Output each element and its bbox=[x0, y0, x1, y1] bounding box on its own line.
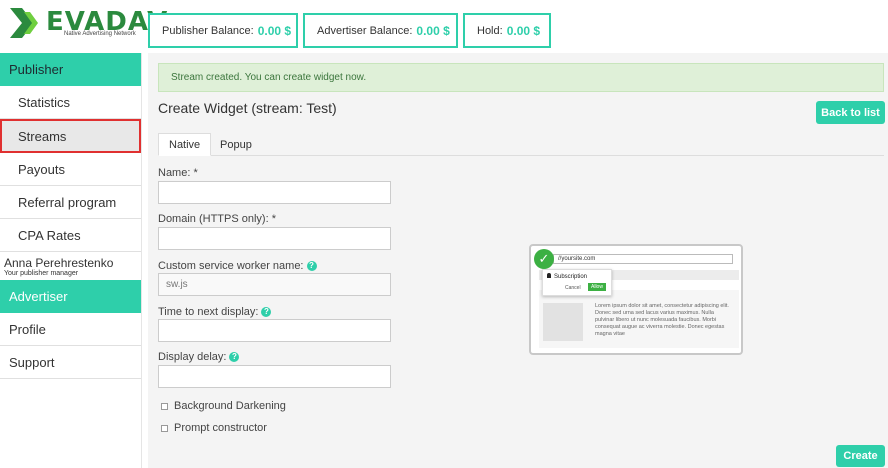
tab-popup[interactable]: Popup bbox=[210, 133, 262, 156]
preview-allow: Allow bbox=[588, 283, 606, 291]
advertiser-balance-label: Advertiser Balance: bbox=[317, 24, 413, 37]
domain-input[interactable] bbox=[158, 227, 391, 250]
manager-role: Your publisher manager bbox=[4, 270, 79, 277]
time-to-next-display-input[interactable] bbox=[158, 319, 391, 342]
sidebar-section-advertiser[interactable]: Advertiser bbox=[0, 280, 141, 313]
success-alert: Stream created. You can create widget no… bbox=[158, 63, 884, 92]
display-delay-input[interactable] bbox=[158, 365, 391, 388]
tab-native[interactable]: Native bbox=[158, 133, 212, 156]
background-darkening-checkbox[interactable]: Background Darkening bbox=[161, 400, 286, 412]
help-icon[interactable]: ? bbox=[229, 352, 240, 362]
hold-balance-value: 0.00 $ bbox=[506, 23, 541, 38]
advertiser-balance-value: 0.00 $ bbox=[416, 23, 450, 38]
sidebar-item-streams[interactable]: Streams bbox=[0, 119, 141, 153]
create-button[interactable]: Create bbox=[836, 445, 885, 467]
hold-balance-label: Hold: bbox=[477, 24, 503, 37]
publisher-manager: Anna Perehrestenko Your publisher manage… bbox=[0, 252, 141, 280]
publisher-balance-box: Publisher Balance: 0.00 $ bbox=[148, 13, 298, 48]
name-label: Name: * bbox=[158, 167, 198, 179]
sidebar-item-cpa-rates[interactable]: CPA Rates bbox=[0, 219, 141, 252]
brand-tagline: Native Advertising Network bbox=[64, 31, 136, 37]
help-icon[interactable]: ? bbox=[306, 261, 317, 271]
manager-name: Anna Perehrestenko bbox=[4, 256, 114, 270]
page-title: Create Widget (stream: Test) bbox=[158, 100, 337, 116]
sidebar-item-profile[interactable]: Profile bbox=[0, 313, 141, 346]
help-icon[interactable]: ? bbox=[261, 307, 272, 317]
display-delay-label: Display delay: ? bbox=[158, 351, 240, 363]
preview-cancel: Cancel bbox=[565, 285, 581, 291]
evadav-logo-icon bbox=[10, 8, 38, 38]
preview-subscription-popup: Subscription Cancel Allow bbox=[542, 269, 612, 296]
sidebar-item-payouts[interactable]: Payouts bbox=[0, 153, 141, 186]
preview-image-placeholder bbox=[543, 303, 583, 341]
sidebar: Publisher Statistics Streams Payouts Ref… bbox=[0, 53, 142, 468]
sidebar-item-referral-program[interactable]: Referral program bbox=[0, 186, 141, 219]
hold-balance-box: Hold: 0.00 $ bbox=[463, 13, 551, 48]
checkbox-icon[interactable] bbox=[161, 424, 168, 432]
widget-preview: //yoursite.com Lorem ipsum dolor sit ame… bbox=[529, 244, 743, 355]
time-to-next-label: Time to next display: ? bbox=[158, 306, 272, 318]
preview-url-bar: //yoursite.com bbox=[553, 254, 733, 264]
sidebar-section-publisher[interactable]: Publisher bbox=[0, 53, 141, 86]
main-content: Stream created. You can create widget no… bbox=[148, 53, 888, 468]
domain-label: Domain (HTTPS only): * bbox=[158, 213, 276, 225]
service-worker-input[interactable]: sw.js bbox=[158, 273, 391, 296]
sidebar-item-statistics[interactable]: Statistics bbox=[0, 86, 141, 119]
brand-logo[interactable]: EVADAV Native Advertising Network bbox=[8, 4, 167, 44]
checkbox-icon[interactable] bbox=[161, 402, 168, 410]
publisher-balance-label: Publisher Balance: bbox=[162, 24, 254, 37]
back-to-list-button[interactable]: Back to list bbox=[816, 101, 885, 124]
advertiser-balance-box: Advertiser Balance: 0.00 $ bbox=[303, 13, 458, 48]
preview-body: Lorem ipsum dolor sit amet, consectetur … bbox=[539, 290, 739, 348]
publisher-balance-value: 0.00 $ bbox=[257, 23, 292, 38]
prompt-constructor-checkbox[interactable]: Prompt constructor bbox=[161, 422, 267, 434]
widget-type-tabs: Native Popup bbox=[158, 133, 884, 156]
check-circle-icon: ✓ bbox=[534, 249, 554, 269]
bell-icon bbox=[547, 273, 551, 278]
sw-label: Custom service worker name: ? bbox=[158, 260, 317, 272]
sidebar-item-support[interactable]: Support bbox=[0, 346, 141, 379]
preview-text: Lorem ipsum dolor sit amet, consectetur … bbox=[595, 303, 729, 337]
name-input[interactable] bbox=[158, 181, 391, 204]
